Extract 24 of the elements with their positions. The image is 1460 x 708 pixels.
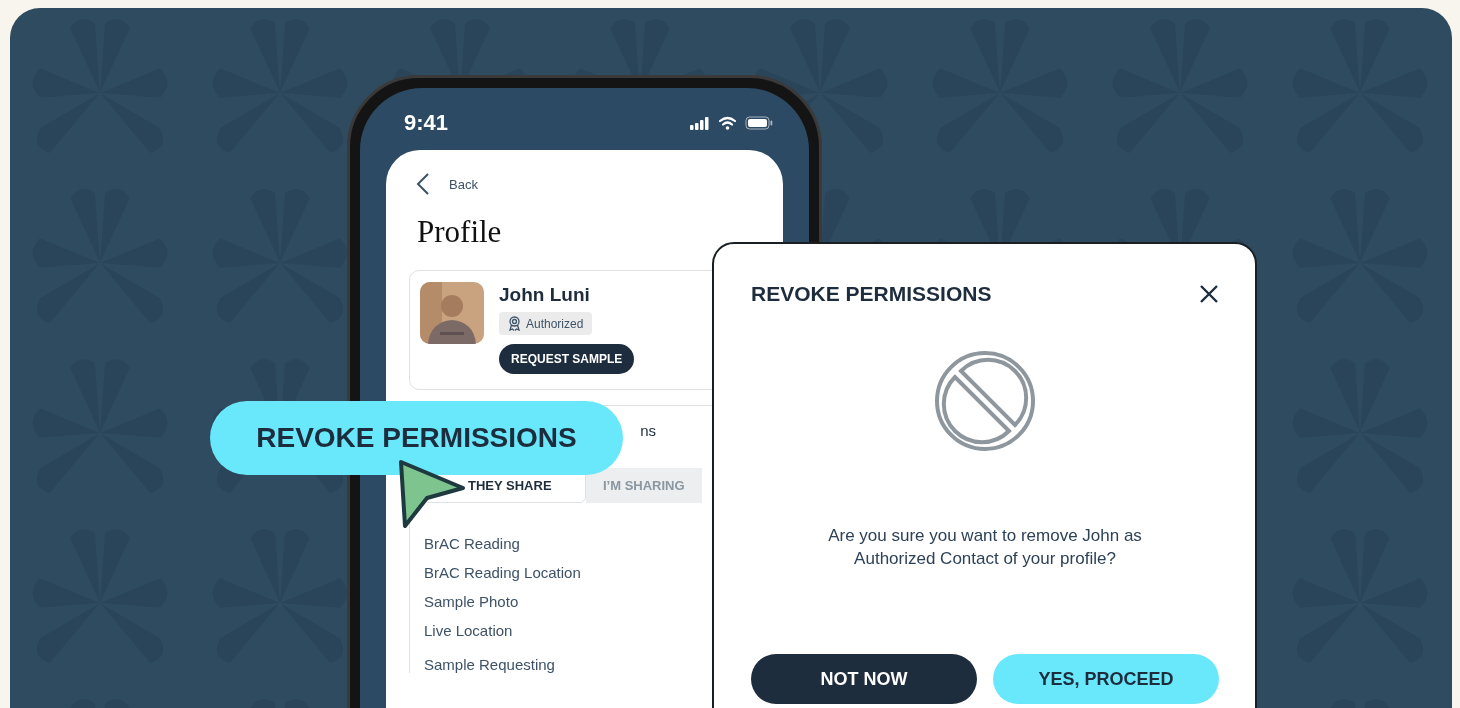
close-icon[interactable] [1199,284,1219,304]
wifi-icon [718,116,737,130]
award-icon [508,316,521,331]
status-time: 9:41 [404,110,449,136]
permission-item: BrAC Reading Location [424,564,582,581]
back-link[interactable]: Back [449,176,478,192]
badge-label: Authorized [526,316,584,331]
prohibited-icon [934,350,1036,452]
back-icon[interactable] [416,172,430,196]
dialog-title: REVOKE PERMISSIONS [751,282,992,306]
permission-item: Sample Photo [424,593,520,610]
permission-item: Sample Requesting [424,656,556,673]
battery-icon [745,116,773,130]
permission-item: Live Location [424,622,514,639]
signal-icon [690,116,710,130]
section-heading: ns [640,421,656,439]
permission-item: BrAC Reading [424,535,521,552]
contact-name: John Luni [499,284,590,306]
dialog-message: Are you sure you want to remove John as Authorized Contact of your profile? [827,525,1143,570]
callout-label: REVOKE PERMISSIONS [256,422,577,454]
dialog-button[interactable]: NOT NOW [751,654,977,704]
dialog-button[interactable]: YES, PROCEED [993,654,1219,704]
page-title: Profile [417,214,503,250]
request-sample-button[interactable]: REQUEST SAMPLE [499,344,635,374]
